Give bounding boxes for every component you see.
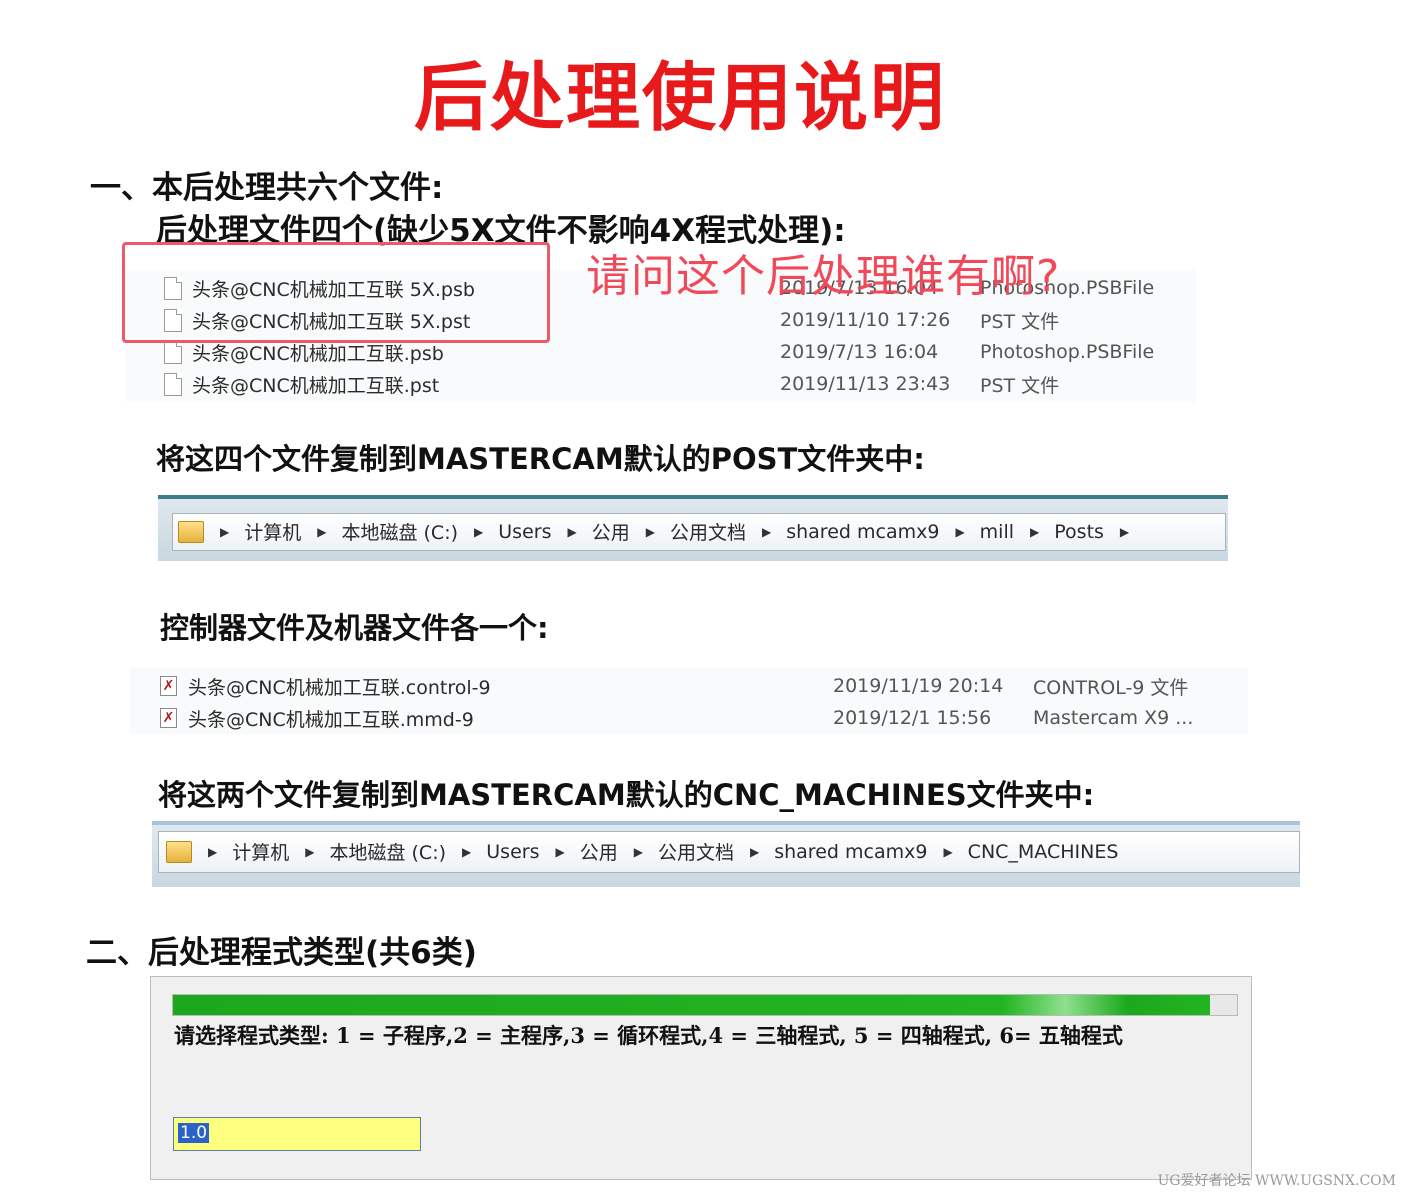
- control-files-heading: 控制器文件及机器文件各一个:: [160, 611, 549, 645]
- chevron-right-icon[interactable]: ▶: [567, 525, 576, 539]
- chevron-right-icon[interactable]: ▶: [220, 525, 229, 539]
- chevron-right-icon[interactable]: ▶: [1120, 525, 1129, 539]
- breadcrumb-item[interactable]: 公用: [592, 518, 630, 545]
- chevron-right-icon[interactable]: ▶: [555, 845, 564, 859]
- breadcrumb-item[interactable]: Users: [486, 841, 539, 863]
- breadcrumb-item[interactable]: 计算机: [232, 838, 289, 865]
- file-type: PST 文件: [980, 374, 1060, 397]
- copy-post-instruction: 将这四个文件复制到MASTERCAM默认的POST文件夹中:: [156, 442, 925, 476]
- file-type: CONTROL-9 文件: [1033, 676, 1189, 699]
- chevron-right-icon[interactable]: ▶: [943, 845, 952, 859]
- machine-address-bar: ▶ 计算机 ▶ 本地磁盘 (C:) ▶ Users ▶ 公用 ▶ 公用文档 ▶ …: [152, 821, 1300, 887]
- chevron-right-icon[interactable]: ▶: [646, 525, 655, 539]
- page-title: 后处理使用说明: [414, 55, 946, 141]
- folder-icon: [166, 840, 192, 863]
- xml-file-icon: ✗: [160, 676, 177, 696]
- highlight-box: [122, 242, 550, 343]
- chevron-right-icon[interactable]: ▶: [1030, 525, 1039, 539]
- input-value: 1.0: [178, 1123, 210, 1143]
- file-row[interactable]: ✗ 头条@CNC机械加工互联.control-9 2019/11/19 20:1…: [130, 670, 1248, 702]
- document-icon: [164, 373, 182, 396]
- breadcrumb: ▶ 计算机 ▶ 本地磁盘 (C:) ▶ Users ▶ 公用 ▶ 公用文档 ▶ …: [178, 518, 1144, 545]
- file-date: 2019/11/19 20:14: [833, 675, 1004, 697]
- file-type: Mastercam X9 ...: [1033, 707, 1194, 729]
- file-row[interactable]: 头条@CNC机械加工互联.pst 2019/11/13 23:43 PST 文件: [126, 368, 1196, 400]
- section1-heading: 一、本后处理共六个文件:: [90, 170, 444, 206]
- watermark: UG爱好者论坛 WWW.UGSNX.COM: [1157, 1173, 1396, 1189]
- chevron-right-icon[interactable]: ▶: [462, 845, 471, 859]
- file-name: 头条@CNC机械加工互联.mmd-9: [188, 708, 474, 731]
- file-row[interactable]: ✗ 头条@CNC机械加工互联.mmd-9 2019/12/1 15:56 Mas…: [130, 702, 1248, 734]
- breadcrumb-item[interactable]: 计算机: [244, 518, 301, 545]
- chevron-right-icon[interactable]: ▶: [305, 845, 314, 859]
- chevron-right-icon[interactable]: ▶: [762, 525, 771, 539]
- copy-machine-instruction: 将这两个文件复制到MASTERCAM默认的CNC_MACHINES文件夹中:: [158, 778, 1095, 812]
- document-icon: [164, 341, 182, 364]
- chevron-right-icon[interactable]: ▶: [750, 845, 759, 859]
- breadcrumb-item[interactable]: 公用: [580, 838, 618, 865]
- breadcrumb-item[interactable]: shared mcamx9: [774, 841, 927, 863]
- section2-heading: 二、后处理程式类型(共6类): [86, 935, 477, 971]
- breadcrumb-item[interactable]: shared mcamx9: [786, 521, 939, 543]
- file-date: 2019/11/13 23:43: [780, 373, 951, 395]
- chevron-right-icon[interactable]: ▶: [474, 525, 483, 539]
- question-annotation: 请问这个后处理谁有啊?: [586, 251, 1061, 302]
- chevron-right-icon[interactable]: ▶: [955, 525, 964, 539]
- breadcrumb-item[interactable]: mill: [980, 521, 1014, 543]
- breadcrumb: ▶ 计算机 ▶ 本地磁盘 (C:) ▶ Users ▶ 公用 ▶ 公用文档 ▶ …: [166, 838, 1118, 865]
- file-date: 2019/7/13 16:04: [780, 341, 939, 363]
- chevron-right-icon[interactable]: ▶: [317, 525, 326, 539]
- breadcrumb-item[interactable]: 公用文档: [658, 838, 734, 865]
- file-type: PST 文件: [980, 310, 1060, 333]
- file-type: Photoshop.PSBFile: [980, 341, 1155, 363]
- breadcrumb-item[interactable]: 本地磁盘 (C:): [329, 838, 446, 865]
- breadcrumb-item[interactable]: 公用文档: [670, 518, 746, 545]
- progress-bar: [172, 994, 1238, 1016]
- progress-fill: [173, 995, 1211, 1015]
- breadcrumb-item[interactable]: Users: [498, 521, 551, 543]
- breadcrumb-item[interactable]: CNC_MACHINES: [968, 841, 1119, 863]
- program-type-prompt: 请选择程式类型: 1 = 子程序,2 = 主程序,3 = 循环程式,4 = 三轴…: [174, 1023, 1123, 1048]
- chevron-right-icon[interactable]: ▶: [208, 845, 217, 859]
- program-type-input[interactable]: 1.0: [173, 1117, 421, 1151]
- control-file-list: ✗ 头条@CNC机械加工互联.control-9 2019/11/19 20:1…: [130, 668, 1248, 734]
- file-date: 2019/12/1 15:56: [833, 707, 992, 729]
- folder-icon: [178, 520, 204, 543]
- breadcrumb-item[interactable]: 本地磁盘 (C:): [341, 518, 458, 545]
- file-date: 2019/11/10 17:26: [780, 309, 951, 331]
- breadcrumb-item[interactable]: Posts: [1054, 521, 1104, 543]
- file-name: 头条@CNC机械加工互联.pst: [192, 374, 440, 397]
- chevron-right-icon[interactable]: ▶: [634, 845, 643, 859]
- xml-file-icon: ✗: [160, 708, 177, 728]
- post-address-bar: ▶ 计算机 ▶ 本地磁盘 (C:) ▶ Users ▶ 公用 ▶ 公用文档 ▶ …: [158, 495, 1228, 561]
- file-name: 头条@CNC机械加工互联.control-9: [188, 676, 491, 699]
